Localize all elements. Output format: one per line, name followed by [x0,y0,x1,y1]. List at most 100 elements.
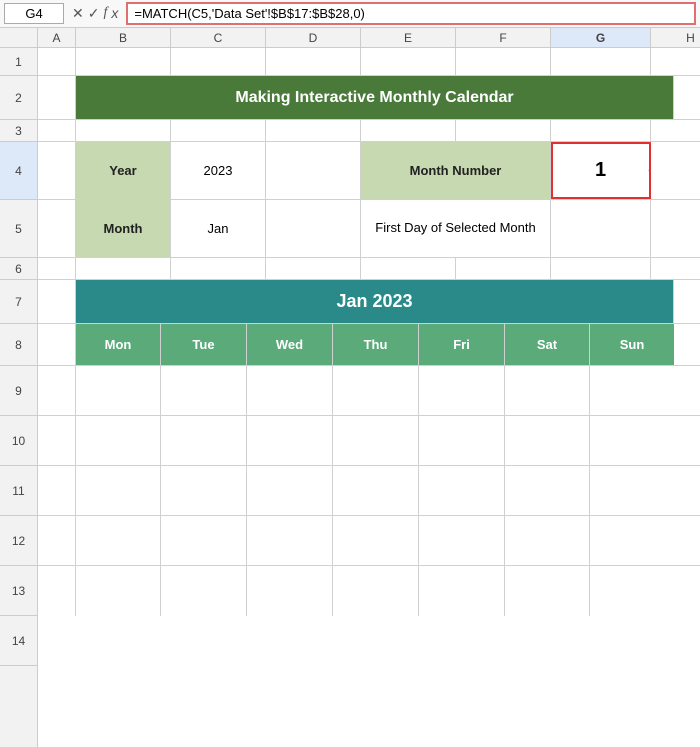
cell-d12[interactable] [247,516,333,565]
row-num-10[interactable]: 10 [0,416,37,466]
cell-d10[interactable] [247,416,333,465]
col-header-a[interactable]: A [38,28,76,47]
cell-h1[interactable] [651,48,700,75]
formula-input[interactable]: =MATCH(C5,'Data Set'!$B$17:$B$28,0) [126,2,696,25]
cell-e6[interactable] [361,258,456,279]
cell-h12[interactable] [590,516,674,565]
cell-b13[interactable] [76,566,161,616]
row-num-3[interactable]: 3 [0,120,37,142]
cell-c1[interactable] [171,48,266,75]
row-num-6[interactable]: 6 [0,258,37,280]
cell-a10[interactable] [38,416,76,465]
cell-h9[interactable] [590,366,674,415]
cell-d9[interactable] [247,366,333,415]
cell-g3[interactable] [551,120,651,141]
cell-g13[interactable] [505,566,590,616]
cell-a4[interactable] [38,142,76,199]
cancel-icon[interactable]: ✕ [72,5,84,22]
cell-d13[interactable] [247,566,333,616]
cell-e3[interactable] [361,120,456,141]
cell-b10[interactable] [76,416,161,465]
cell-d1[interactable] [266,48,361,75]
col-header-c[interactable]: C [171,28,266,47]
cell-f6[interactable] [456,258,551,279]
row-num-2[interactable]: 2 [0,76,37,120]
cell-e12[interactable] [333,516,419,565]
cell-b5-month-label[interactable]: Month [76,200,171,257]
cell-c9[interactable] [161,366,247,415]
cell-b6[interactable] [76,258,171,279]
cell-a9[interactable] [38,366,76,415]
cell-b3[interactable] [76,120,171,141]
cell-c11[interactable] [161,466,247,515]
row-num-7[interactable]: 7 [0,280,37,324]
row-num-5[interactable]: 5 [0,200,37,258]
cell-a6[interactable] [38,258,76,279]
cell-g11[interactable] [505,466,590,515]
cell-b11[interactable] [76,466,161,515]
col-header-f[interactable]: F [456,28,551,47]
cell-d11[interactable] [247,466,333,515]
cell-f10[interactable] [419,416,505,465]
cell-g4-month-number-value[interactable]: 1 ◄ [551,142,651,199]
cell-h4[interactable] [651,142,700,199]
cell-c4-year-value[interactable]: 2023 [171,142,266,199]
cell-d5[interactable] [266,200,361,257]
cell-a12[interactable] [38,516,76,565]
cell-f12[interactable] [419,516,505,565]
cell-e10[interactable] [333,416,419,465]
cell-f9[interactable] [419,366,505,415]
cell-g5[interactable] [551,200,651,257]
cell-a7[interactable] [38,280,76,323]
cell-h3[interactable] [651,120,700,141]
cell-a8[interactable] [38,324,76,365]
row-num-1[interactable]: 1 [0,48,37,76]
cell-h10[interactable] [590,416,674,465]
cell-ef4-month-number-label[interactable]: Month Number [361,142,551,199]
cell-g10[interactable] [505,416,590,465]
cell-b1[interactable] [76,48,171,75]
cell-d6[interactable] [266,258,361,279]
cell-h13[interactable] [590,566,674,616]
cell-e9[interactable] [333,366,419,415]
cell-f11[interactable] [419,466,505,515]
cell-c5-month-value[interactable]: Jan [171,200,266,257]
cell-c6[interactable] [171,258,266,279]
cell-a13[interactable] [38,566,76,616]
cell-reference-box[interactable]: G4 [4,3,64,24]
cell-f3[interactable] [456,120,551,141]
col-header-h[interactable]: H [651,28,700,47]
col-header-b[interactable]: B [76,28,171,47]
cell-a5[interactable] [38,200,76,257]
cell-a11[interactable] [38,466,76,515]
cell-c12[interactable] [161,516,247,565]
cell-b9[interactable] [76,366,161,415]
cell-a1[interactable] [38,48,76,75]
row-num-4[interactable]: 4 [0,142,37,200]
cell-c3[interactable] [171,120,266,141]
col-header-d[interactable]: D [266,28,361,47]
cell-d4[interactable] [266,142,361,199]
row-num-9[interactable]: 9 [0,366,37,416]
col-header-e[interactable]: E [361,28,456,47]
function-icon[interactable]: f [103,5,107,22]
cell-h6[interactable] [651,258,700,279]
cell-g9[interactable] [505,366,590,415]
cell-a3[interactable] [38,120,76,141]
cell-b4-year-label[interactable]: Year [76,142,171,199]
cell-f1[interactable] [456,48,551,75]
cell-f13[interactable] [419,566,505,616]
cell-b12[interactable] [76,516,161,565]
row-num-12[interactable]: 12 [0,516,37,566]
cell-c10[interactable] [161,416,247,465]
col-header-g[interactable]: G [551,28,651,47]
cell-d3[interactable] [266,120,361,141]
row-num-14[interactable]: 14 [0,616,37,666]
cell-ef5-first-day-label[interactable]: First Day of Selected Month [361,200,551,257]
cell-a2[interactable] [38,76,76,119]
cell-h11[interactable] [590,466,674,515]
row-num-8[interactable]: 8 [0,324,37,366]
cell-e13[interactable] [333,566,419,616]
cell-g6[interactable] [551,258,651,279]
cell-e11[interactable] [333,466,419,515]
